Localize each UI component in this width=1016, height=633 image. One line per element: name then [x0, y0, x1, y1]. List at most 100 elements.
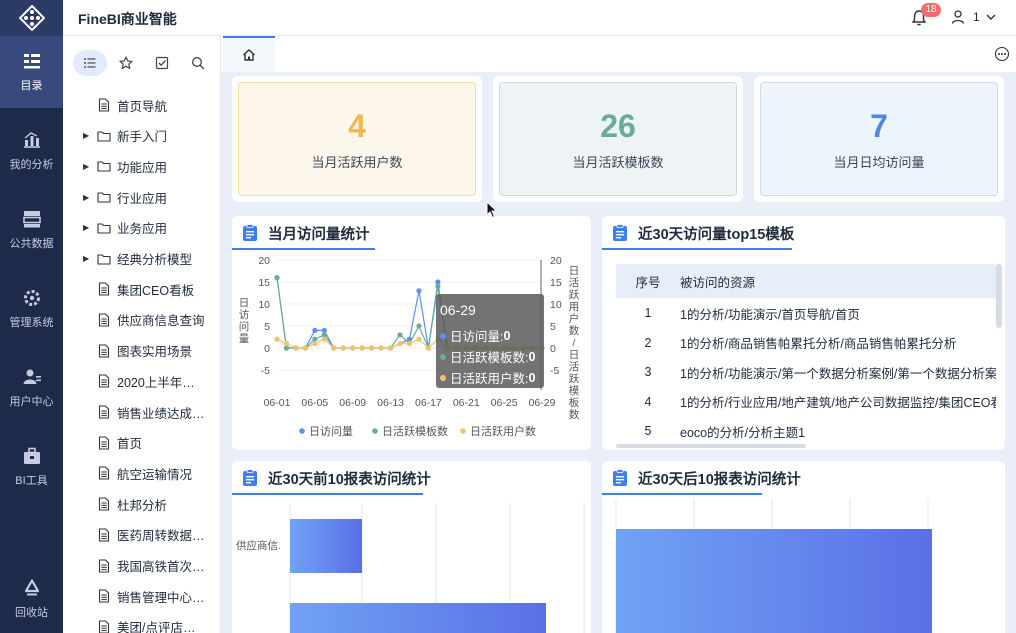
rail-item-4[interactable]: 用户中心 — [0, 352, 63, 424]
x-tick-label: 06-29 — [529, 397, 556, 409]
file-icon — [97, 620, 111, 633]
data-point[interactable] — [425, 345, 432, 351]
logo[interactable] — [0, 0, 63, 36]
x-tick-label: 06-17 — [415, 397, 442, 409]
tree-file[interactable]: 医药周转数据… — [63, 520, 220, 550]
data-point[interactable] — [293, 345, 299, 351]
table-row[interactable]: 1 1的分析/功能演示/首页导航/首页 — [616, 298, 996, 328]
data-point[interactable] — [274, 336, 280, 342]
tree-file[interactable]: 销售管理中心… — [63, 581, 220, 611]
bar[interactable] — [290, 603, 546, 633]
catalog-tab-checkbox[interactable] — [145, 50, 179, 76]
rail-item-1[interactable]: 我的分析 — [0, 115, 63, 187]
data-point[interactable] — [387, 345, 394, 351]
rail-item-2[interactable]: 公共数据 — [0, 194, 63, 266]
data-point[interactable] — [406, 341, 413, 347]
rail-item-6[interactable]: 回收站 — [0, 563, 63, 633]
catalog-tab-star[interactable] — [109, 50, 143, 76]
card-title: 近30天前10报表访问统计 — [268, 471, 431, 488]
data-point[interactable] — [312, 341, 318, 347]
rail-item-label: 用户中心 — [9, 396, 54, 408]
tree-folder[interactable]: ▶ 经典分析模型 — [63, 244, 220, 274]
tree-folder[interactable]: ▶ 业务应用 — [63, 213, 220, 243]
tree-folder[interactable]: ▶ 行业应用 — [63, 182, 220, 212]
data-point[interactable] — [331, 345, 337, 351]
last10-bar-chart[interactable] — [602, 495, 1005, 633]
data-point[interactable] — [416, 323, 422, 329]
x-tick-label: 06-05 — [301, 397, 328, 409]
tree-file[interactable]: 美团/点评店… — [63, 612, 220, 633]
table-row[interactable]: 3 1的分析/功能演示/第一个数据分析案例/第一个数据分析案 — [616, 357, 996, 387]
tree-file[interactable]: 销售业绩达成… — [63, 397, 220, 427]
expand-caret-icon[interactable]: ▶ — [63, 162, 97, 171]
col-header-index[interactable]: 序号 — [616, 272, 680, 291]
data-point[interactable] — [416, 336, 422, 342]
first10-bar-chart[interactable]: 供应商信. — [232, 495, 591, 633]
data-point[interactable] — [435, 283, 441, 289]
tree-file[interactable]: 2020上半年… — [63, 366, 220, 396]
expand-caret-icon[interactable]: ▶ — [63, 131, 97, 140]
bar-category-label: 供应商信. — [236, 539, 281, 552]
expand-caret-icon[interactable]: ▶ — [63, 254, 97, 263]
tree-folder[interactable]: ▶ 新手入门 — [63, 121, 220, 151]
more-options-icon[interactable] — [994, 46, 1010, 62]
y-tick-label: 5 — [264, 321, 270, 333]
card-title: 近30天后10报表访问统计 — [638, 471, 801, 488]
data-point[interactable] — [302, 345, 308, 351]
y2-axis-label: 板 — [569, 396, 580, 409]
tree-file[interactable]: 我国高铁首次… — [63, 551, 220, 581]
catalog-tab-search[interactable] — [181, 50, 215, 76]
user-icon[interactable] — [951, 10, 965, 24]
col-header-resource[interactable]: 被访问的资源 — [680, 272, 996, 291]
tooltip-date: 06-29 — [440, 302, 476, 318]
data-point[interactable] — [359, 345, 365, 351]
table-horizontal-scrollbar[interactable] — [616, 444, 806, 448]
data-point[interactable] — [397, 341, 403, 347]
tree-file[interactable]: 首页导航 — [63, 90, 220, 120]
data-point[interactable] — [340, 345, 346, 351]
legend-label: 日访问量 — [309, 425, 353, 438]
data-point[interactable] — [274, 275, 280, 281]
expand-caret-icon[interactable]: ▶ — [63, 193, 97, 202]
tree-file[interactable]: 首页 — [63, 428, 220, 458]
y2-axis-label: 日 — [569, 349, 580, 361]
kpi-card-daily-visits: 7 当月日均访问量 — [754, 76, 1004, 202]
data-point[interactable] — [397, 332, 403, 338]
y-tick-label: 10 — [258, 299, 270, 311]
data-point[interactable] — [350, 345, 356, 351]
table-vertical-scrollbar[interactable] — [996, 264, 1002, 328]
data-point[interactable] — [321, 336, 327, 342]
card-header: 当月访问量统计 — [232, 216, 591, 250]
table-row[interactable]: 5 eoco的分析/分析主题1 — [616, 416, 996, 446]
chevron-down-icon[interactable] — [985, 11, 997, 23]
data-point[interactable] — [378, 345, 384, 351]
user-name[interactable]: 1 — [973, 10, 980, 24]
data-point[interactable] — [369, 345, 375, 351]
bar[interactable] — [290, 519, 362, 573]
rail-item-5[interactable]: BI工具 — [0, 431, 63, 503]
tree-folder[interactable]: ▶ 功能应用 — [63, 151, 220, 181]
tree-file[interactable]: 航空运输情况 — [63, 458, 220, 488]
data-point[interactable] — [283, 341, 290, 347]
legend-label: 日活跃模板数 — [382, 424, 448, 438]
rail-item-0[interactable]: 目录 — [0, 36, 63, 108]
table-row[interactable]: 4 1的分析/行业应用/地产建筑/地产公司数据监控/集团CEO看 — [616, 387, 996, 417]
fine-bi-app: FineBI商业智能 18 1 目录 我的分析 公共数据 管理系统 用户中心 BI工具 回收… — [0, 0, 1016, 633]
catalog-tab-list[interactable] — [73, 50, 107, 76]
row-resource: 1的分析/功能演示/首页导航/首页 — [680, 307, 860, 322]
bar[interactable] — [616, 529, 932, 633]
table-row[interactable]: 2 1的分析/商品销售帕累托分析/商品销售帕累托分析 — [616, 328, 996, 358]
tree-file[interactable]: 供应商信息查询 — [63, 305, 220, 335]
data-point[interactable] — [312, 327, 318, 333]
tree-file[interactable]: 杜邦分析 — [63, 489, 220, 519]
tab-home[interactable] — [223, 36, 275, 72]
tree-file[interactable]: 集团CEO看板 — [63, 274, 220, 304]
x-tick-label: 06-21 — [453, 397, 480, 409]
data-point[interactable] — [416, 288, 422, 294]
y-axis-label: 访 — [239, 309, 250, 321]
tree-item-label: 销售管理中心… — [117, 590, 205, 605]
rail-item-3[interactable]: 管理系统 — [0, 273, 63, 345]
expand-caret-icon[interactable]: ▶ — [63, 223, 97, 232]
tree-file[interactable]: 图表实用场景 — [63, 336, 220, 366]
y2-axis-label: 模 — [569, 385, 580, 397]
